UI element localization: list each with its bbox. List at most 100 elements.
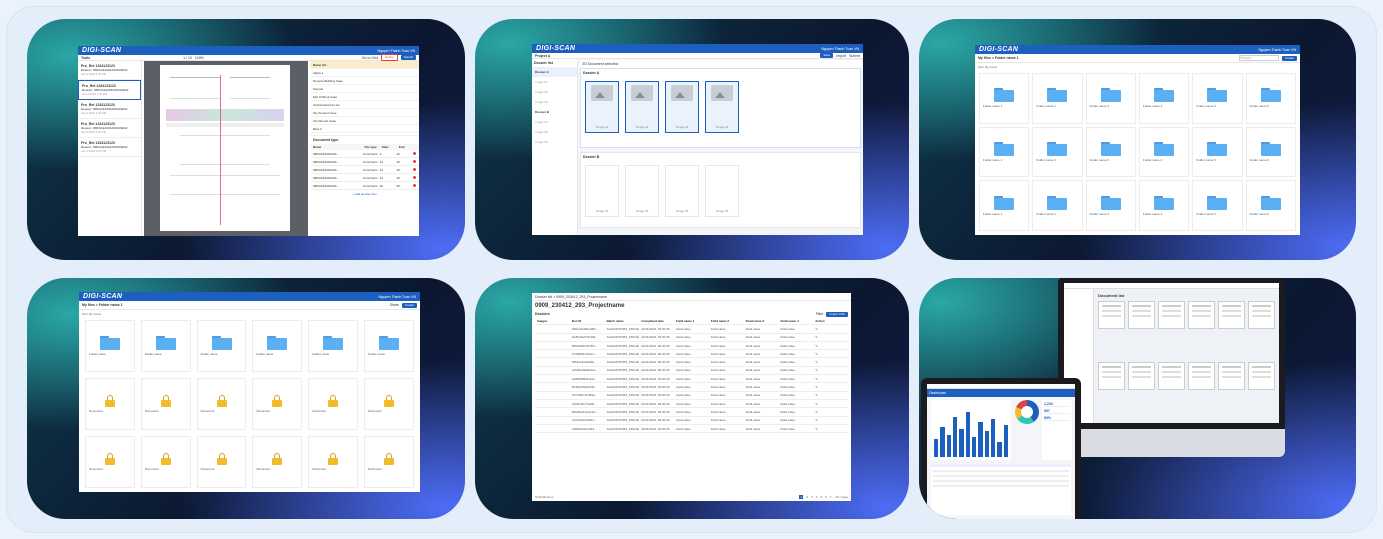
list-item[interactable]: Pro_Ret 1234123123 Reason: NB0C1E1004A000… — [78, 80, 141, 100]
page-button[interactable]: 4 — [816, 495, 818, 499]
page-button[interactable]: 2 — [806, 495, 808, 499]
page-size-select[interactable]: 20 / page — [835, 495, 848, 499]
add-box-link[interactable]: + Add another box — [310, 192, 419, 196]
folder-card[interactable]: Folder name 2 — [1032, 126, 1083, 178]
folder-card[interactable]: Folder name 3 — [1085, 180, 1136, 231]
folder-card[interactable]: Folder name 3 — [1085, 73, 1136, 124]
project-select[interactable]: Project A — [535, 54, 550, 58]
folder-card[interactable]: Folder name 6 — [1245, 126, 1296, 178]
folder-card[interactable]: Folder name 4 — [1138, 126, 1190, 178]
list-item[interactable]: Pro_Ret 1234123123 Reason: NB0C1E1004A000… — [78, 138, 141, 157]
edit-icon[interactable]: ✎ — [813, 402, 848, 406]
create-button[interactable]: Create — [401, 302, 417, 308]
grid-item[interactable]: Document — [364, 436, 414, 488]
folder-card[interactable]: Folder name 1 — [979, 126, 1030, 178]
tree-item[interactable]: Global Network Line — [310, 101, 419, 109]
grid-item[interactable]: Document — [364, 378, 414, 430]
import-csv-button[interactable]: Import CSV — [826, 311, 848, 317]
sort-select[interactable]: Sort: By name — [975, 63, 1300, 71]
folder-card[interactable]: Folder name 3 — [1085, 126, 1136, 178]
grid-item[interactable]: Document — [252, 378, 303, 430]
grid-item[interactable]: Document — [140, 378, 191, 430]
page-button[interactable]: 3 — [811, 495, 813, 499]
grid-item[interactable]: Document — [140, 436, 191, 488]
grid-item[interactable]: Folder name — [364, 320, 414, 372]
table-row[interactable]: 5bd8a3d5a4f445... ALEXMATIOB1_PROJECT 02/1… — [535, 383, 848, 392]
tree-item[interactable]: Tax Record Case — [310, 117, 419, 125]
folder-card[interactable]: Folder name 5 — [1192, 73, 1243, 124]
image-card[interactable]: Image 02 — [625, 165, 659, 217]
sidebar-item[interactable]: Image 03 — [532, 97, 577, 107]
image-card[interactable]: Image 01 — [585, 165, 619, 217]
tree-item[interactable]: Alpha 1 — [310, 69, 419, 77]
page-button[interactable]: 1 — [798, 495, 804, 499]
grid-item[interactable]: Document — [85, 378, 135, 430]
edit-icon[interactable]: ✎ — [813, 344, 848, 348]
table-row[interactable]: 2d51b35c77a94c... ALEXMATIOB1_PROJECT 02/1… — [535, 400, 848, 409]
page-button[interactable]: 7 — [830, 495, 832, 499]
list-item[interactable]: Pro_Ret 1234123123 Reason: NB0C1E1004A000… — [78, 61, 141, 80]
grid-item[interactable]: Document — [196, 436, 247, 488]
create-button[interactable]: Create — [1281, 55, 1297, 61]
image-card[interactable]: Image 02 — [625, 81, 659, 133]
folder-card[interactable]: Folder name 4 — [1138, 180, 1190, 231]
table-row[interactable]: a4f95d8f8d1f4a2... ALEXMATIOB1_PROJECT 02/… — [535, 375, 848, 384]
sidebar-item[interactable]: Dossier B — [532, 107, 577, 117]
sort-select[interactable]: Sort: By name — [79, 310, 420, 318]
goto-grid-button[interactable]: Go to Grid — [362, 56, 378, 60]
grid-item[interactable]: Folder name — [308, 320, 359, 372]
table-row[interactable]: 1e6f7a2b3c8d41... ALEXMATIOB1_PROJECT 02/1… — [535, 417, 848, 425]
delete-icon[interactable] — [413, 151, 417, 155]
grid-item[interactable]: Folder name — [196, 320, 247, 372]
grid-item[interactable]: Document — [252, 436, 303, 488]
breadcrumb[interactable]: My files > Folder name 1 — [978, 56, 1019, 60]
folder-card[interactable]: Folder name 4 — [1138, 73, 1190, 124]
table-row[interactable]: 7a8b9c0d1e2f43... ALEXMATIOB1_PROJECT 02/1… — [535, 425, 848, 434]
import-button[interactable]: Import — [836, 54, 846, 58]
sidebar-item[interactable]: Dossier A — [532, 67, 577, 77]
folder-card[interactable]: Folder name 6 — [1245, 73, 1296, 124]
table-row[interactable]: 00516c814a3f4b... ALEXMATIOB1_PROJECT 02/1… — [535, 358, 848, 367]
grid-item[interactable]: Folder name — [140, 320, 191, 372]
grid-item[interactable]: Folder name — [85, 320, 135, 372]
sidebar-item[interactable]: Image 02 — [532, 87, 577, 97]
folder-card[interactable]: Folder name 2 — [1032, 73, 1083, 124]
image-card[interactable]: Image 04 — [705, 165, 739, 217]
folder-card[interactable]: Folder name 6 — [1245, 180, 1296, 231]
filter-button[interactable]: Filter — [816, 312, 824, 316]
page-button[interactable]: 6 — [825, 495, 827, 499]
list-item[interactable]: Pro_Ret 1234123123 Reason: NB0C1E1004A000… — [78, 100, 141, 119]
save-button[interactable]: Save — [820, 53, 834, 58]
table-row[interactable]: c07c90bc1b484a... ALEXMATIOB1_PROJECT 02/1… — [535, 392, 848, 400]
grid-item[interactable]: Document — [308, 436, 359, 488]
user-menu[interactable]: Nguyen Thanh Tuan VN — [822, 47, 860, 51]
table-row[interactable]: 99ad5a3c4c2e4d... ALEXMATIOB1_PROJECT 02/1… — [535, 408, 848, 417]
folder-card[interactable]: Folder name 5 — [1192, 180, 1243, 231]
page-button[interactable]: 5 — [820, 495, 822, 499]
edit-icon[interactable]: ✎ — [813, 327, 848, 331]
edit-icon[interactable]: ✎ — [813, 410, 848, 414]
folder-card[interactable]: Folder name 2 — [1032, 180, 1083, 231]
edit-icon[interactable]: ✎ — [813, 335, 848, 339]
edit-icon[interactable]: ✎ — [813, 385, 848, 389]
table-row[interactable]: f5923d60c1874f4... ALEXMATIOB1_PROJECT 02/… — [535, 342, 848, 351]
delete-icon[interactable] — [413, 167, 417, 171]
user-menu[interactable]: Nguyen Thanh Tuan VN — [1259, 48, 1297, 52]
list-item[interactable]: Pro_Ret 1234123123 Reason: NB0C1E1004A000… — [78, 119, 141, 138]
table-row[interactable]: e3529eb9a944e4... ALEXMATIOB1_PROJECT 02/1… — [535, 367, 848, 376]
user-menu[interactable]: Nguyen Thanh Tuan VN — [378, 49, 416, 53]
sidebar-item[interactable]: Image 06 — [532, 137, 577, 147]
table-row[interactable]: b74f2f8f2c944e1... ALEXMATIOB1_PROJECT 02/… — [535, 350, 848, 359]
image-card[interactable]: Image 04 — [705, 81, 739, 133]
delete-icon[interactable] — [413, 159, 417, 163]
grid-item[interactable]: Document — [308, 378, 359, 430]
zoom-level[interactable]: 100% — [195, 56, 204, 60]
sidebar-item[interactable]: Image 01 — [532, 77, 577, 87]
delete-button[interactable]: Delete — [380, 54, 398, 61]
breadcrumb[interactable]: My files > Folder name 1 — [82, 303, 123, 307]
edit-icon[interactable]: ✎ — [813, 393, 848, 397]
edit-icon[interactable]: ✎ — [813, 360, 848, 364]
edit-icon[interactable]: ✎ — [813, 418, 848, 422]
image-card[interactable]: Image 03 — [665, 81, 699, 133]
folder-card[interactable]: Folder name 1 — [979, 73, 1030, 124]
